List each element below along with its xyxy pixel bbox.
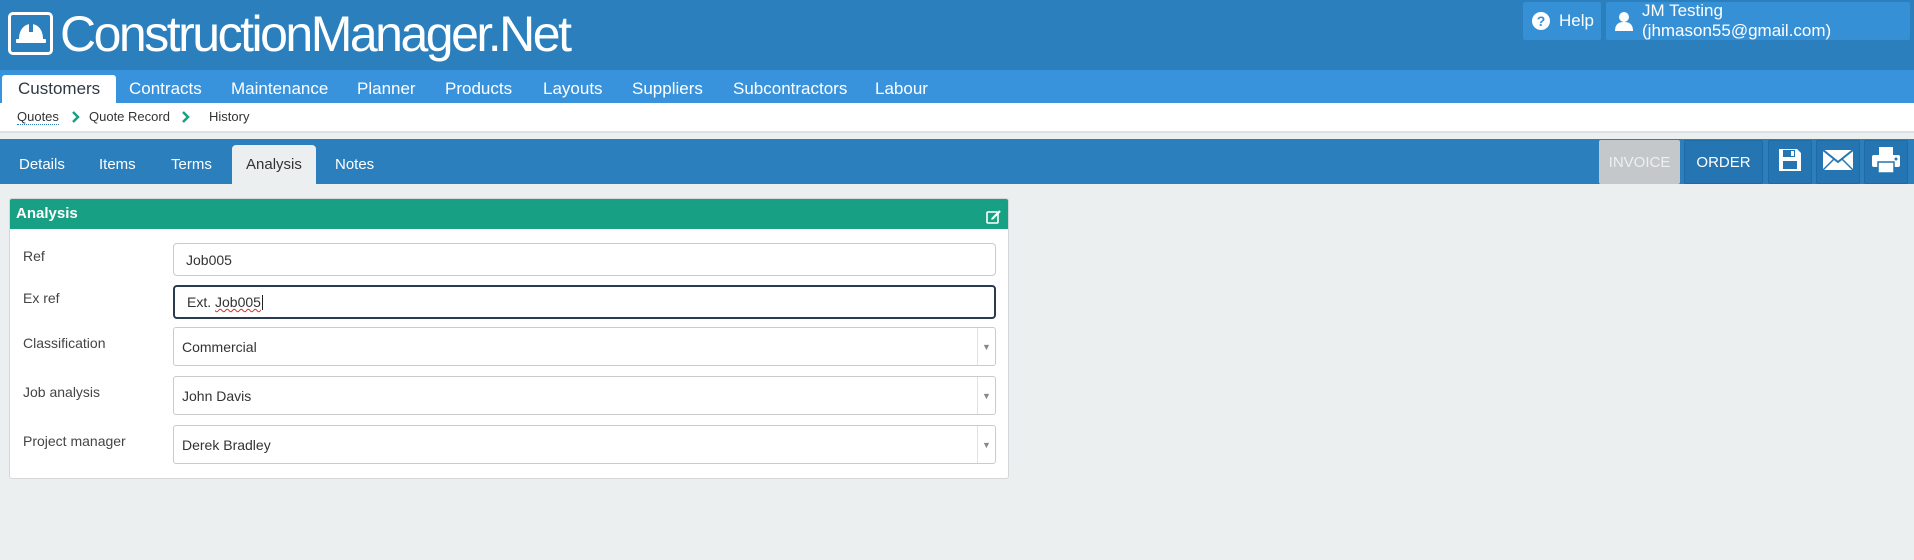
nav-item-maintenance[interactable]: Maintenance: [215, 75, 344, 103]
ex-ref-value-prefix: Ext.: [187, 294, 216, 310]
order-button[interactable]: ORDER: [1684, 140, 1763, 184]
analysis-panel: Analysis Ref Job005 Ex ref Ext. Job005 C…: [9, 198, 1009, 479]
record-tab-bar: Details Items Terms Analysis Notes INVOI…: [0, 139, 1914, 184]
question-circle-icon: ?: [1531, 11, 1551, 31]
save-icon: [1777, 147, 1803, 177]
help-label: Help: [1559, 11, 1594, 30]
tab-analysis[interactable]: Analysis: [232, 145, 316, 184]
project-manager-select[interactable]: Derek Bradley ▼: [173, 425, 996, 464]
nav-item-planner[interactable]: Planner: [341, 75, 432, 103]
nav-item-products[interactable]: Products: [429, 75, 528, 103]
job-analysis-label: Job analysis: [23, 384, 101, 400]
breadcrumb-quotes[interactable]: Quotes: [17, 109, 59, 125]
nav-item-customers[interactable]: Customers: [2, 75, 117, 103]
ex-ref-value-word: Job005: [215, 294, 261, 310]
project-manager-label: Project manager: [23, 433, 126, 449]
ex-ref-label: Ex ref: [23, 290, 60, 306]
email-button[interactable]: [1816, 140, 1860, 184]
brand-name[interactable]: ConstructionManager.Net: [60, 6, 572, 62]
tab-terms[interactable]: Terms: [157, 145, 226, 184]
chevron-right-icon: [72, 111, 80, 123]
app-header: ConstructionManager.Net ? Help JM Testin…: [0, 0, 1914, 70]
breadcrumb: Quotes Quote Record History: [0, 103, 1914, 133]
tab-details[interactable]: Details: [5, 145, 79, 184]
ex-ref-field[interactable]: Ext. Job005: [173, 285, 996, 319]
nav-item-labour[interactable]: Labour: [859, 75, 944, 103]
panel-header: Analysis: [10, 199, 1008, 229]
user-label: JM Testing (jhmason55@gmail.com): [1642, 1, 1832, 40]
ref-value: Job005: [186, 251, 232, 268]
main-nav: Customers Contracts Maintenance Planner …: [0, 70, 1914, 103]
svg-text:?: ?: [1537, 13, 1546, 29]
job-analysis-select[interactable]: John Davis ▼: [173, 376, 996, 415]
breadcrumb-quote-record[interactable]: Quote Record: [89, 109, 170, 124]
dropdown-arrow-icon[interactable]: ▼: [977, 377, 995, 414]
hard-hat-logo-icon[interactable]: [8, 12, 53, 55]
email-icon: [1822, 148, 1854, 176]
help-button[interactable]: ? Help: [1523, 2, 1601, 40]
dropdown-arrow-icon[interactable]: ▼: [977, 328, 995, 365]
nav-item-subcontractors[interactable]: Subcontractors: [717, 75, 863, 103]
edit-icon[interactable]: [986, 206, 1002, 236]
dropdown-arrow-icon[interactable]: ▼: [977, 426, 995, 463]
project-manager-value: Derek Bradley: [182, 436, 271, 453]
breadcrumb-history: History: [209, 109, 250, 124]
user-icon: [1614, 11, 1634, 31]
panel-title: Analysis: [16, 205, 78, 222]
nav-item-suppliers[interactable]: Suppliers: [616, 75, 719, 103]
print-icon: [1871, 146, 1901, 178]
nav-item-layouts[interactable]: Layouts: [527, 75, 619, 103]
user-menu-button[interactable]: JM Testing (jhmason55@gmail.com): [1606, 1, 1910, 40]
ref-field[interactable]: Job005: [173, 243, 996, 276]
invoice-button[interactable]: INVOICE: [1599, 140, 1680, 184]
classification-value: Commercial: [182, 338, 257, 355]
save-button[interactable]: [1768, 140, 1812, 184]
nav-item-contracts[interactable]: Contracts: [113, 75, 218, 103]
tab-notes[interactable]: Notes: [321, 145, 388, 184]
tab-items[interactable]: Items: [85, 145, 150, 184]
ref-label: Ref: [23, 248, 45, 264]
job-analysis-value: John Davis: [182, 387, 252, 404]
classification-select[interactable]: Commercial ▼: [173, 327, 996, 366]
print-button[interactable]: [1864, 140, 1908, 184]
chevron-right-icon: [182, 111, 190, 123]
classification-label: Classification: [23, 335, 106, 351]
text-cursor: [261, 294, 263, 310]
